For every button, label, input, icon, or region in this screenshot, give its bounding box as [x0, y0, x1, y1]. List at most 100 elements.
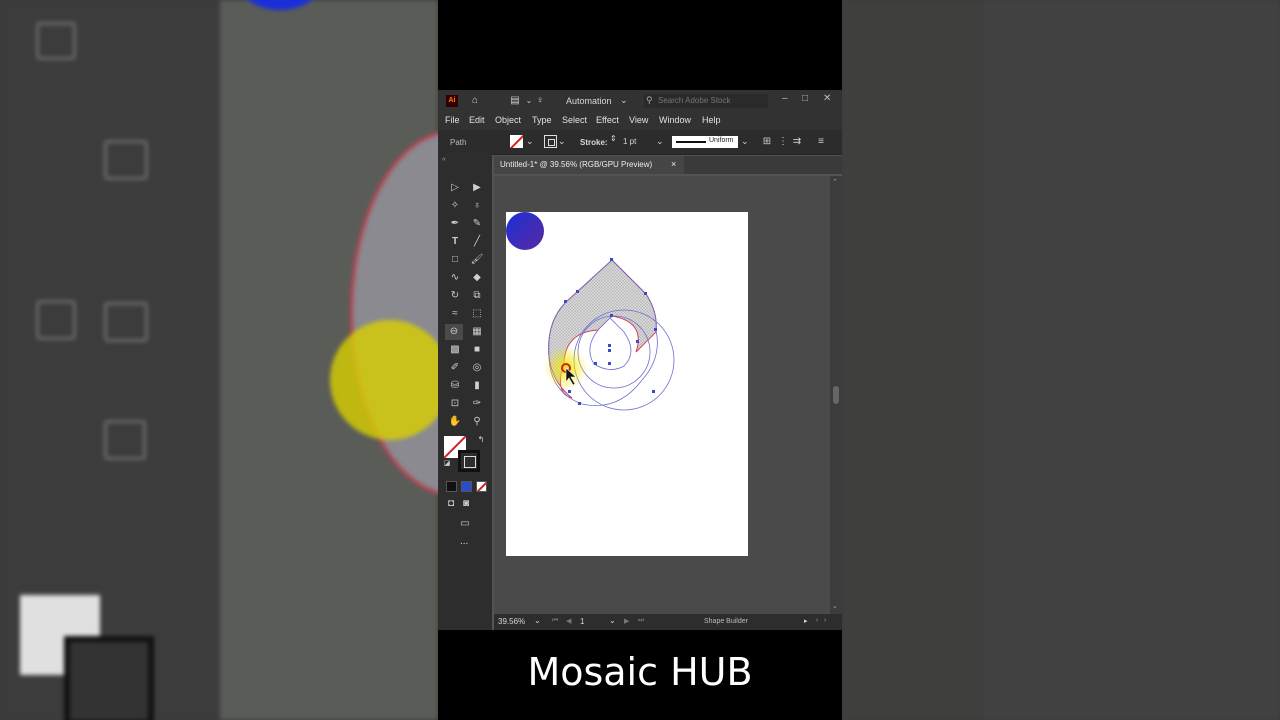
- scroll-down-icon[interactable]: ⌄: [832, 602, 838, 610]
- symbol-sprayer-icon[interactable]: ⛁: [448, 380, 462, 392]
- menu-type[interactable]: Type: [532, 115, 552, 125]
- vertical-scrollbar[interactable]: ⌃ ⌄: [830, 176, 842, 614]
- chevron-down-icon[interactable]: ⌄: [558, 136, 566, 147]
- chevron-down-icon[interactable]: ⌄: [526, 136, 534, 147]
- artboard-tool-icon[interactable]: ⊡: [448, 398, 462, 410]
- slice-tool-icon[interactable]: ✑: [470, 398, 484, 410]
- maximize-button[interactable]: □: [802, 93, 808, 104]
- edit-toolbar-button[interactable]: ...: [460, 536, 468, 547]
- workspace-label: Automation: [566, 96, 612, 106]
- close-tab-button[interactable]: ×: [671, 159, 676, 169]
- direct-selection-tool-icon[interactable]: ▶: [470, 182, 484, 194]
- artboard[interactable]: [506, 212, 748, 556]
- scroll-right-icon[interactable]: ›: [824, 617, 826, 624]
- rotate-tool-icon[interactable]: ↻: [448, 290, 462, 302]
- transform-icon[interactable]: ⋮: [776, 136, 790, 148]
- menu-edit[interactable]: Edit: [469, 115, 485, 125]
- fill-swatch[interactable]: [510, 135, 523, 148]
- scroll-left-icon[interactable]: ‹: [816, 617, 818, 624]
- perspective-grid-icon[interactable]: ▦: [470, 326, 484, 338]
- type-tool-icon[interactable]: T: [448, 236, 462, 248]
- shape-builder-tool-active[interactable]: ⊖: [445, 324, 463, 340]
- first-artboard-icon[interactable]: ⏮: [552, 617, 558, 625]
- lightbulb-icon[interactable]: ♀: [533, 95, 547, 107]
- scroll-up-icon[interactable]: ⌃: [832, 178, 838, 186]
- stock-search-input[interactable]: [658, 95, 764, 106]
- swap-colors-icon[interactable]: ↰: [474, 434, 488, 446]
- graph-tool-icon[interactable]: ▮: [470, 380, 484, 392]
- menu-help[interactable]: Help: [702, 115, 721, 125]
- line-tool-icon[interactable]: ╱: [470, 236, 484, 248]
- next-artboard-icon[interactable]: ▶: [624, 617, 629, 625]
- chevron-down-icon[interactable]: ⌄: [741, 136, 749, 147]
- none-mode-icon[interactable]: [476, 481, 487, 492]
- pen-tool-icon[interactable]: ✒: [448, 218, 462, 230]
- illustrator-window: Ai ⌂ ▤ ⌄ ♀ Automation ⌄ ⚲ – □ ✕ File Edi…: [438, 90, 842, 630]
- zoom-tool-icon[interactable]: ⚲: [470, 416, 484, 428]
- chevron-down-icon[interactable]: ⌄: [609, 616, 616, 625]
- canvas-area[interactable]: [494, 176, 830, 614]
- previous-artboard-icon[interactable]: ◀: [566, 617, 571, 625]
- menu-effect[interactable]: Effect: [596, 115, 619, 125]
- menu-object[interactable]: Object: [495, 115, 521, 125]
- color-mode-icon[interactable]: [446, 481, 457, 492]
- blend-tool-icon[interactable]: ◎: [470, 362, 484, 374]
- default-colors-icon[interactable]: ◪: [440, 458, 454, 470]
- lasso-tool-icon[interactable]: ♁: [470, 200, 484, 212]
- document-tab-title: Untitled-1* @ 39.56% (RGB/GPU Preview): [500, 160, 653, 169]
- free-transform-icon[interactable]: ⬚: [470, 308, 484, 320]
- paragraph-align-icon[interactable]: ⇉: [790, 136, 804, 148]
- video-caption: Mosaic HUB: [527, 650, 753, 694]
- stroke-weight-value[interactable]: 1 pt: [623, 137, 636, 146]
- gradient-mode-icon[interactable]: [461, 481, 472, 492]
- chevron-down-icon[interactable]: ⌄: [656, 136, 664, 147]
- draw-behind-icon[interactable]: ◙: [459, 498, 473, 510]
- selection-tool-icon[interactable]: ▷: [448, 182, 462, 194]
- artwork: [506, 212, 675, 411]
- eyedropper-tool-icon[interactable]: ✐: [448, 362, 462, 374]
- collapse-panel-icon[interactable]: «: [442, 156, 446, 163]
- stroke-profile-dropdown[interactable]: Uniform: [672, 136, 738, 148]
- curvature-tool-icon[interactable]: ✎: [470, 218, 484, 230]
- document-tab-bar: Untitled-1* @ 39.56% (RGB/GPU Preview) ×: [494, 156, 842, 174]
- last-artboard-icon[interactable]: ⏭: [638, 617, 644, 625]
- zoom-level[interactable]: 39.56%: [498, 617, 525, 626]
- bg-scale-icon: [104, 140, 148, 180]
- gradient-circle[interactable]: [506, 212, 544, 250]
- magic-wand-icon[interactable]: ✧: [448, 200, 462, 212]
- scale-tool-icon[interactable]: ⧉: [470, 290, 484, 302]
- panel-menu-icon[interactable]: ≡: [814, 136, 828, 148]
- width-tool-icon[interactable]: ≈: [448, 308, 462, 320]
- scroll-thumb[interactable]: [833, 386, 839, 404]
- gradient-tool-icon[interactable]: ■: [470, 344, 484, 356]
- mesh-tool-icon[interactable]: ▩: [448, 344, 462, 356]
- menu-select[interactable]: Select: [562, 115, 587, 125]
- minimize-button[interactable]: –: [782, 93, 788, 104]
- menu-file[interactable]: File: [445, 115, 460, 125]
- screen-mode-icon[interactable]: ▭: [458, 518, 472, 530]
- document-tab[interactable]: Untitled-1* @ 39.56% (RGB/GPU Preview) ×: [494, 156, 684, 174]
- search-icon: ⚲: [646, 95, 653, 105]
- align-icon[interactable]: ⊞: [760, 136, 774, 148]
- home-icon[interactable]: ⌂: [468, 95, 482, 107]
- stroke-stepper[interactable]: ⇕: [610, 134, 617, 143]
- chevron-down-icon[interactable]: ⌄: [534, 616, 541, 625]
- bg-stroke-swatch: [64, 636, 154, 720]
- bg-highlight: [330, 320, 450, 440]
- draw-mode-icon[interactable]: ◘: [444, 498, 458, 510]
- status-menu-icon[interactable]: ▸: [804, 617, 808, 625]
- close-window-button[interactable]: ✕: [823, 93, 831, 104]
- hand-tool-icon[interactable]: ✋: [448, 416, 462, 428]
- artboard-number[interactable]: 1: [580, 617, 584, 626]
- shaper-tool-icon[interactable]: ∿: [448, 272, 462, 284]
- workspace-switcher[interactable]: Automation ⌄: [562, 93, 632, 109]
- stock-search-field[interactable]: ⚲: [644, 94, 768, 108]
- menu-view[interactable]: View: [629, 115, 648, 125]
- eraser-tool-icon[interactable]: ◆: [470, 272, 484, 284]
- arrange-documents-icon[interactable]: ▤: [508, 95, 522, 107]
- stroke-color-box[interactable]: [458, 450, 480, 472]
- stroke-swatch[interactable]: [544, 135, 557, 148]
- rectangle-tool-icon[interactable]: □: [448, 254, 462, 266]
- menu-window[interactable]: Window: [659, 115, 691, 125]
- paintbrush-tool-icon[interactable]: 🖌: [470, 254, 484, 266]
